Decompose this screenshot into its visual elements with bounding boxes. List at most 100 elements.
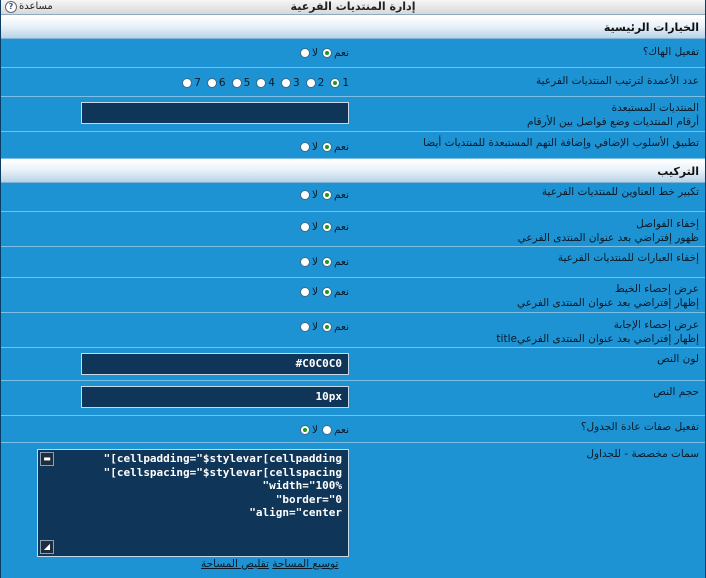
no-label: لا	[312, 47, 319, 59]
hide-separators-yes[interactable]: نعم	[322, 221, 349, 233]
radio-button[interactable]	[300, 322, 311, 332]
row-thread-count: عرض إحصاء الخيط إظهار إفتراضي بعد عنوان …	[1, 278, 705, 313]
radio-button[interactable]	[322, 257, 333, 267]
reply-count-yes[interactable]: نعم	[322, 321, 349, 333]
radio-button[interactable]	[280, 78, 291, 88]
text-color-input[interactable]: #C0C0C0	[81, 353, 349, 375]
radio-button[interactable]	[322, 287, 333, 297]
hide-separators-no[interactable]: لا	[300, 221, 318, 233]
columns-option-6[interactable]: 6	[206, 77, 226, 89]
radio-button[interactable]	[182, 78, 193, 88]
apply-style-no[interactable]: لا	[300, 141, 318, 153]
radio-button[interactable]	[300, 48, 311, 58]
thread-count-title: عرض إحصاء الخيط	[614, 283, 699, 295]
option-label: 7	[194, 77, 201, 89]
question-icon: ?	[5, 1, 17, 13]
option-label: 1	[342, 77, 349, 89]
row-table-attrs: تفعيل صفات عادة الجدول؟ نعم لا	[1, 416, 705, 443]
resize-grip-icon[interactable]: ◢	[40, 540, 54, 554]
radio-button[interactable]	[322, 48, 333, 58]
radio-button[interactable]	[300, 425, 311, 435]
option-label: 4	[268, 77, 275, 89]
yes-label: نعم	[334, 189, 349, 201]
table-attrs-label: تفعيل صفات عادة الجدول؟	[580, 421, 699, 433]
hide-phrases-no[interactable]: لا	[300, 256, 318, 268]
custom-attrs-label: سمات مخصصة - للجداول	[586, 448, 699, 460]
radio-button[interactable]	[322, 222, 333, 232]
row-text-size: حجم النص 10px	[1, 381, 705, 416]
apply-style-label: تطبيق الأسلوب الإضافي وإضافة التهم المست…	[423, 137, 699, 149]
radio-button[interactable]	[322, 425, 333, 435]
radio-button[interactable]	[231, 78, 242, 88]
row-apply-style: تطبيق الأسلوب الإضافي وإضافة التهم المست…	[1, 132, 705, 159]
columns-option-3[interactable]: 3	[280, 77, 300, 89]
subforum-manager-window: إدارة المنتديات الفرعية ? مساعدة الخيارا…	[0, 0, 706, 578]
text-size-input[interactable]: 10px	[81, 386, 349, 408]
thread-count-label: عرض إحصاء الخيط إظهار إفتراضي بعد عنوان …	[517, 282, 699, 310]
hide-phrases-yes[interactable]: نعم	[322, 256, 349, 268]
help-label: مساعدة	[19, 1, 53, 12]
radio-button[interactable]	[300, 222, 311, 232]
columns-option-5[interactable]: 5	[231, 77, 250, 89]
radio-button[interactable]	[322, 322, 333, 332]
row-text-color: لون النص #C0C0C0	[1, 348, 705, 381]
columns-option-7[interactable]: 7	[182, 77, 201, 89]
enable-hack-radios: نعم لا	[81, 47, 349, 59]
radio-button[interactable]	[322, 190, 333, 200]
no-label: لا	[312, 256, 319, 268]
bold-titles-no[interactable]: لا	[300, 189, 318, 201]
row-bold-titles: تكبير خط العناوين للمنتديات الفرعية نعم …	[1, 183, 705, 212]
thread-count-no[interactable]: لا	[300, 286, 318, 298]
columns-option-4[interactable]: 4	[256, 77, 275, 89]
table-attrs-yes[interactable]: نعم	[322, 424, 349, 436]
textarea-size-links: توسيع المساحة تقليص المساحة	[201, 558, 338, 570]
custom-attrs-textarea[interactable]: "[cellpadding="$stylevar[cellpadding "[c…	[37, 449, 349, 557]
hide-separators-title: إخفاء الفواصل	[636, 218, 699, 230]
yes-label: نعم	[334, 47, 349, 59]
option-label: 3	[292, 77, 300, 89]
text-color-label: لون النص	[657, 353, 699, 365]
row-hide-phrases: إخفاء العبارات للمنتديات الفرعية نعم لا	[1, 247, 705, 278]
radio-button[interactable]	[300, 257, 311, 267]
row-custom-attrs: سمات مخصصة - للجداول "[cellpadding="$sty…	[1, 443, 705, 578]
excluded-forums-input[interactable]	[81, 102, 349, 124]
table-attrs-no[interactable]: لا	[300, 424, 318, 436]
enable-hack-no[interactable]: لا	[300, 47, 318, 59]
radio-button[interactable]	[206, 78, 217, 88]
no-label: لا	[312, 286, 319, 298]
enable-hack-label: تفعيل الهاك؟	[642, 46, 699, 58]
radio-button[interactable]	[322, 142, 333, 152]
window-title: إدارة المنتديات الفرعية	[290, 0, 416, 13]
radio-button[interactable]	[300, 190, 311, 200]
text-size-label: حجم النص	[653, 386, 699, 398]
radio-button[interactable]	[305, 78, 316, 88]
no-label: لا	[312, 424, 319, 436]
bold-titles-label: تكبير خط العناوين للمنتديات الفرعية	[541, 186, 699, 198]
columns-option-1[interactable]: 1	[330, 77, 349, 89]
section-header-main: الخيارات الرئيسية	[1, 15, 705, 39]
radio-button[interactable]	[330, 78, 341, 88]
row-columns: عدد الأعمدة لترتيب المنتديات الفرعية 1 2…	[1, 68, 705, 97]
radio-button[interactable]	[256, 78, 267, 88]
expand-area-link[interactable]: توسيع المساحة	[272, 558, 338, 570]
reply-count-label: عرض إحصاء الإجابة إظهار إفتراضي بعد عنوا…	[496, 318, 699, 346]
bold-titles-yes[interactable]: نعم	[322, 189, 349, 201]
excluded-forums-title: المنتديات المستبعدة	[611, 102, 699, 114]
columns-option-2[interactable]: 2	[305, 77, 324, 89]
shrink-area-link[interactable]: تقليص المساحة	[201, 558, 269, 570]
reply-count-title: عرض إحصاء الإجابة	[613, 319, 699, 331]
columns-radios: 1 2 3 4 5 6 7	[81, 77, 349, 89]
excluded-forums-hint: أرقام المنتديات وضع فواصل بين الأرقام	[526, 116, 699, 128]
row-excluded-forums: المنتديات المستبعدة أرقام المنتديات وضع …	[1, 97, 705, 132]
help-link[interactable]: ? مساعدة	[5, 0, 53, 14]
enable-hack-yes[interactable]: نعم	[322, 47, 349, 59]
thread-count-yes[interactable]: نعم	[322, 286, 349, 298]
radio-button[interactable]	[300, 142, 311, 152]
scroll-up-button[interactable]: ▬	[40, 452, 54, 466]
thread-count-hint: إظهار إفتراضي بعد عنوان المنتدى الفرعي	[516, 297, 699, 309]
reply-count-no[interactable]: لا	[300, 321, 318, 333]
yes-label: نعم	[334, 286, 349, 298]
apply-style-yes[interactable]: نعم	[322, 141, 349, 153]
radio-button[interactable]	[300, 287, 311, 297]
section-header-layout: التركيب	[1, 159, 705, 183]
